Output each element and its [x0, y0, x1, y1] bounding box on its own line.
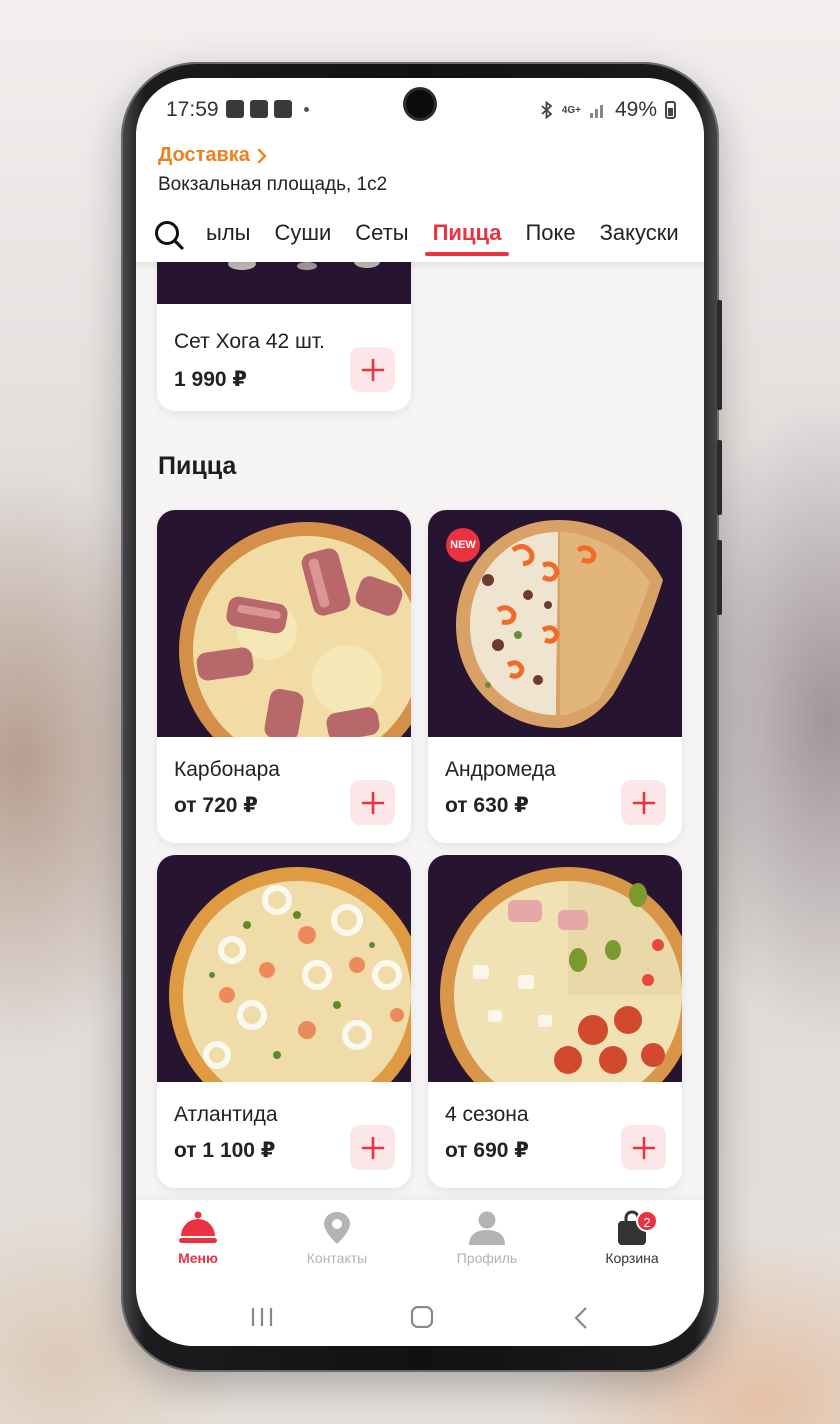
- side-button: [717, 540, 722, 615]
- location-pin-icon: [324, 1212, 350, 1244]
- more-notifications-icon: [304, 106, 309, 112]
- youtube-icon: [250, 100, 268, 118]
- product-image: [428, 855, 682, 1082]
- notification-icons: [226, 100, 309, 118]
- network-type: 4G+: [561, 104, 581, 116]
- plus-icon: [361, 791, 384, 814]
- app-header: Доставка Вокзальная площадь, 1с2 ылы Суш…: [136, 140, 704, 262]
- pizza-photo: [179, 522, 411, 737]
- add-to-cart-button[interactable]: [350, 1125, 395, 1170]
- header-shadow: [136, 262, 704, 270]
- product-image: [157, 510, 411, 737]
- delivery-mode-link[interactable]: Доставка: [158, 144, 268, 167]
- cart-count-badge: 2: [636, 1210, 658, 1232]
- pizza-photo: [169, 867, 411, 1082]
- nav-cart[interactable]: 2 Корзина: [572, 1210, 692, 1266]
- plus-icon: [632, 1136, 655, 1159]
- product-card[interactable]: Карбонара от 720 ₽: [157, 510, 411, 843]
- gallery-icon: [226, 100, 244, 118]
- add-to-cart-button[interactable]: [621, 780, 666, 825]
- recent-apps-icon[interactable]: [250, 1306, 274, 1328]
- product-image: NEW: [428, 510, 682, 737]
- product-price: от 1 100 ₽: [174, 1139, 276, 1162]
- search-icon[interactable]: [154, 220, 184, 250]
- nav-contacts[interactable]: Контакты: [277, 1210, 397, 1266]
- add-to-cart-button[interactable]: [350, 347, 395, 392]
- plus-icon: [632, 791, 655, 814]
- product-name: Карбонара: [174, 758, 280, 781]
- nav-label: Меню: [178, 1250, 218, 1266]
- product-card-set[interactable]: Сет Хога 42 шт. 1 990 ₽: [157, 262, 411, 411]
- plus-icon: [361, 358, 384, 381]
- nav-menu[interactable]: Меню: [138, 1210, 258, 1266]
- product-name: 4 сезона: [445, 1103, 529, 1126]
- side-button: [717, 300, 722, 410]
- tab-rolls[interactable]: ылы: [206, 218, 262, 258]
- product-card[interactable]: 4 сезона от 690 ₽: [428, 855, 682, 1188]
- nav-label: Профиль: [456, 1250, 518, 1266]
- add-to-cart-button[interactable]: [621, 1125, 666, 1170]
- product-name: Андромеда: [445, 758, 556, 781]
- section-title: Пицца: [158, 452, 237, 480]
- category-tabs: ылы Суши Сеты Пицца Поке Закуски С: [206, 218, 704, 262]
- product-price: от 720 ₽: [174, 794, 258, 817]
- product-card[interactable]: NEW Андромеда от 630 ₽: [428, 510, 682, 843]
- bluetooth-icon: [541, 101, 553, 119]
- tab-sets[interactable]: Сеты: [343, 218, 420, 258]
- tab-pizza[interactable]: Пицца: [421, 218, 514, 258]
- battery-icon: [665, 101, 676, 119]
- product-price: от 630 ₽: [445, 794, 529, 817]
- product-price: 1 990 ₽: [174, 368, 247, 391]
- nav-profile[interactable]: Профиль: [427, 1210, 547, 1266]
- status-bar: 17:59 4G+ 49%: [136, 78, 704, 140]
- bottom-navigation: Меню Контакты Профиль 2 Корзина: [136, 1200, 704, 1284]
- front-camera: [406, 90, 434, 118]
- menu-content[interactable]: Сет Хога 42 шт. 1 990 ₽ Пицца Карбонара …: [136, 262, 704, 1200]
- tab-poke[interactable]: Поке: [513, 218, 587, 258]
- status-right: 4G+ 49%: [540, 98, 676, 122]
- home-icon[interactable]: [410, 1306, 434, 1328]
- chevron-right-icon: [257, 148, 267, 163]
- nav-label: Контакты: [306, 1250, 368, 1266]
- product-name: Атлантида: [174, 1103, 278, 1126]
- battery-percent: 49%: [614, 98, 657, 121]
- product-name: Сет Хога 42 шт.: [174, 330, 325, 353]
- system-navigation-bar: [136, 1284, 704, 1346]
- cloche-icon: [179, 1211, 217, 1243]
- tab-sushi[interactable]: Суши: [262, 218, 343, 258]
- nav-label: Корзина: [605, 1250, 659, 1266]
- back-icon[interactable]: [572, 1306, 592, 1330]
- tab-next[interactable]: С: [691, 218, 704, 258]
- plus-icon: [361, 1136, 384, 1159]
- signal-icon: [589, 105, 603, 118]
- add-to-cart-button[interactable]: [350, 780, 395, 825]
- user-icon: [469, 1211, 505, 1245]
- tab-snacks[interactable]: Закуски: [588, 218, 691, 258]
- new-badge: NEW: [446, 528, 480, 562]
- phone-status-icon: [274, 100, 292, 118]
- product-price: от 690 ₽: [445, 1139, 529, 1162]
- side-button: [717, 440, 722, 515]
- status-time: 17:59: [166, 98, 219, 121]
- delivery-address[interactable]: Вокзальная площадь, 1с2: [158, 174, 387, 196]
- phone-screen: 17:59 4G+ 49% Доставка Вокзальная площад…: [136, 78, 704, 1346]
- pizza-photo: [440, 867, 682, 1082]
- delivery-label: Доставка: [158, 144, 250, 166]
- product-card[interactable]: Атлантида от 1 100 ₽: [157, 855, 411, 1188]
- product-image: [157, 855, 411, 1082]
